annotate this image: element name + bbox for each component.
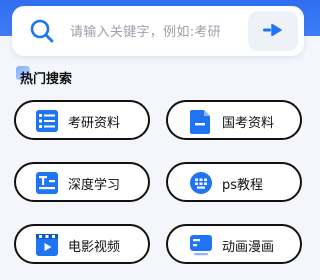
search-icon[interactable] xyxy=(29,18,55,44)
file-icon xyxy=(190,110,212,134)
list-document-icon xyxy=(36,110,58,132)
category-deep-learning[interactable]: 深度学习 xyxy=(14,162,150,202)
category-label: 国考资料 xyxy=(222,116,275,131)
film-icon xyxy=(36,234,58,256)
text-document-icon xyxy=(36,172,58,194)
section-title: 热门搜索 xyxy=(20,72,73,87)
search-bar[interactable]: 请输入关键字，例如:考研 xyxy=(12,6,304,56)
category-label: 动画漫画 xyxy=(222,240,275,255)
search-input[interactable]: 请输入关键字，例如:考研 xyxy=(70,21,221,40)
keypad-icon xyxy=(190,172,212,194)
category-anime[interactable]: 动画漫画 xyxy=(166,224,302,264)
category-kaoyan[interactable]: 考研资料 xyxy=(14,100,150,140)
category-ps[interactable]: ps教程 xyxy=(166,162,302,202)
tv-icon xyxy=(190,234,212,256)
category-label: 电影视频 xyxy=(68,240,121,255)
arrow-right-icon xyxy=(262,22,284,41)
search-go-button[interactable] xyxy=(248,11,298,51)
category-label: ps教程 xyxy=(222,178,264,193)
category-label: 考研资料 xyxy=(68,116,121,131)
category-movie[interactable]: 电影视频 xyxy=(14,224,150,264)
category-guokao[interactable]: 国考资料 xyxy=(166,100,302,140)
category-label: 深度学习 xyxy=(68,178,121,193)
app-page: 请输入关键字，例如:考研 热门搜索 考研资料 国考资料 深度学习 ps教程 电影… xyxy=(0,0,320,280)
